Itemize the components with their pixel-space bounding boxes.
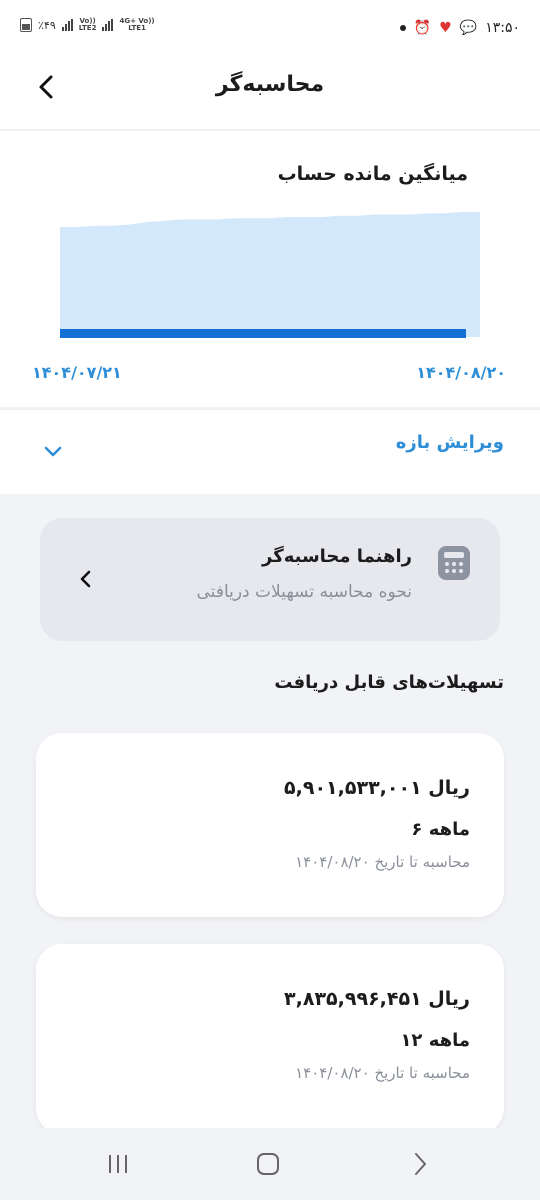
battery-icon [20,18,32,32]
chart-area [60,212,480,337]
loan-date: محاسبه تا تاریخ ۱۴۰۴/۰۸/۲۰ [295,853,470,871]
loan-date: محاسبه تا تاریخ ۱۴۰۴/۰۸/۲۰ [295,1064,470,1082]
home-icon [257,1153,279,1175]
home-button[interactable] [248,1148,288,1180]
section-title: تسهیلات‌های قابل دریافت [274,672,504,693]
recent-apps-button[interactable] [98,1148,138,1180]
clock: ۱۳:۵۰ [485,20,520,36]
status-left: ٪۴۹ Vo)) LTE2 4G+ Vo)) LTE1 [20,18,155,32]
calculator-guide-card[interactable]: راهنما محاسبه‌گر نحوه محاسبه تسهیلات دری… [40,518,500,641]
recents-icon [109,1155,127,1173]
loan-amount: ۳,۸۳۵,۹۹۶,۴۵۱ ریال [284,988,470,1010]
chart-end-date: ۱۴۰۴/۰۸/۲۰ [416,363,506,382]
loan-amount: ۵,۹۰۱,۵۳۳,۰۰۱ ریال [284,777,470,799]
edit-range-button[interactable]: ویرایش بازه [0,409,540,494]
chevron-down-icon [44,446,62,457]
system-back-button[interactable] [400,1148,440,1180]
system-nav-bar [0,1128,540,1200]
loan-term: ۱۲ ماهه [400,1030,470,1051]
network-label-1: 4G+ Vo)) LTE1 [119,17,155,32]
status-right: ⏰ ♥ 💬 ۱۳:۵۰ [399,20,520,36]
back-arrow-icon[interactable] [32,70,62,104]
chart-baseline [60,329,466,338]
chart-start-date: ۱۴۰۴/۰۷/۲۱ [32,363,122,382]
network-label-2: Vo)) LTE2 [78,17,97,32]
balance-chart-card: میانگین مانده حساب ۱۴۰۴/۰۷/۲۱ ۱۴۰۴/۰۸/۲۰ [0,131,540,407]
signal-icon [102,19,114,31]
app-header: محاسبه‌گر [0,44,540,130]
loan-term: ۶ ماهه [411,819,470,840]
status-bar: ٪۴۹ Vo)) LTE2 4G+ Vo)) LTE1 ⏰ ♥ 💬 ۱۳:۵۰ [0,0,540,44]
loan-card[interactable]: ۳,۸۳۵,۹۹۶,۴۵۱ ریال ۱۲ ماهه محاسبه تا تار… [36,944,504,1134]
chevron-left-icon [80,570,91,588]
app-notification-icon: ♥ [439,20,452,36]
guide-subtitle: نحوه محاسبه تسهیلات دریافتی [196,582,412,602]
loan-card[interactable]: ۵,۹۰۱,۵۳۳,۰۰۱ ریال ۶ ماهه محاسبه تا تاری… [36,733,504,917]
signal-icon [61,19,73,31]
calculator-icon [438,546,470,580]
battery-text: ٪۴۹ [38,18,56,32]
guide-title: راهنما محاسبه‌گر [262,546,412,567]
chat-icon: 💬 [459,20,478,36]
page-title: محاسبه‌گر [215,72,325,97]
edit-range-label: ویرایش بازه [395,432,504,453]
alarm-icon: ⏰ [413,20,432,36]
chevron-right-icon [415,1153,426,1175]
notification-dot-icon [399,25,406,31]
